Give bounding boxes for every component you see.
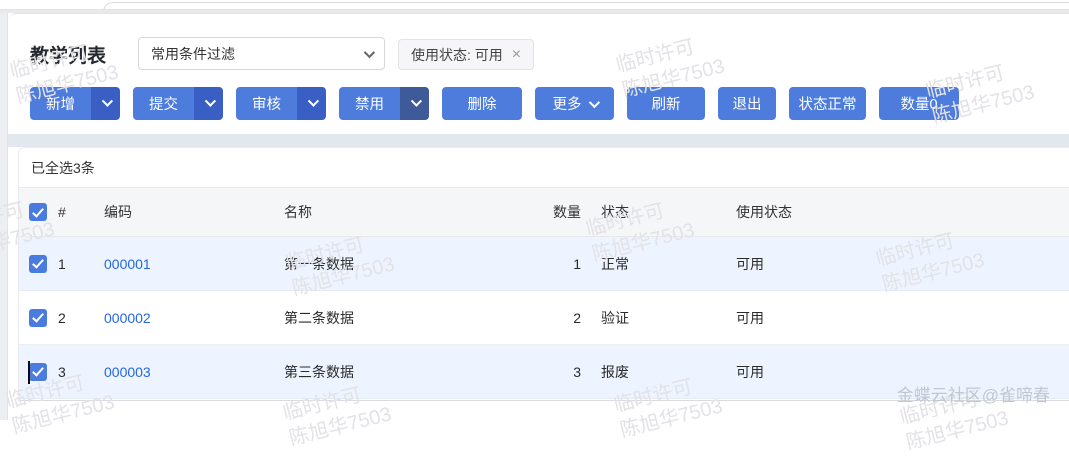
toolbar-split-button[interactable]: 审核 [236, 87, 326, 120]
table-row[interactable]: 2 000002 第二条数据 2 验证 可用 [19, 291, 1069, 345]
list-page-card: 教学列表 常用条件过滤 使用状态: 可用 × 新增提交审核禁用删除更多刷新退出状… [8, 13, 1069, 420]
column-header-qty[interactable]: 数量 [535, 202, 585, 222]
chevron-down-icon[interactable] [194, 87, 223, 120]
chevron-down-icon[interactable] [91, 87, 120, 120]
row-use-status: 可用 [736, 362, 1069, 382]
column-header-code[interactable]: 编码 [97, 202, 277, 222]
data-grid: 已全选3条 # 编码 名称 数量 状态 使用状态 1 000001 第一条数据 … [18, 147, 1069, 401]
toolbar-split-button[interactable]: 提交 [133, 87, 223, 120]
row-status: 验证 [585, 308, 736, 328]
row-qty: 2 [535, 310, 585, 326]
header-checkbox-cell [19, 203, 51, 221]
row-code-link[interactable]: 000001 [104, 256, 151, 272]
table-row[interactable]: 1 000001 第一条数据 1 正常 可用 [19, 237, 1069, 291]
filter-dropdown-value: 常用条件过滤 [151, 44, 235, 64]
row-status: 报废 [585, 362, 736, 382]
table-header-row: # 编码 名称 数量 状态 使用状态 [19, 188, 1069, 237]
row-use-status: 可用 [736, 308, 1069, 328]
column-header-index[interactable]: # [51, 204, 97, 220]
filter-dropdown[interactable]: 常用条件过滤 [138, 37, 385, 70]
row-checkbox-cell [19, 309, 51, 327]
row-checkbox[interactable] [29, 255, 47, 273]
row-qty: 1 [535, 256, 585, 272]
row-qty: 3 [535, 364, 585, 380]
row-code-cell: 000002 [97, 310, 277, 326]
column-header-name[interactable]: 名称 [277, 202, 535, 222]
toolbar-button-label: 删除 [468, 93, 497, 114]
row-code-cell: 000001 [97, 256, 277, 272]
toolbar-button-label[interactable]: 禁用 [339, 87, 400, 120]
row-name: 第二条数据 [277, 308, 535, 328]
toolbar-button-label[interactable]: 提交 [133, 87, 194, 120]
toolbar-button-label[interactable]: 新增 [30, 87, 91, 120]
toolbar-button[interactable]: 刷新 [627, 87, 705, 120]
toolbar-button-label: 退出 [733, 93, 762, 114]
toolbar-button-label: 数量0 [900, 93, 937, 114]
toolbar-button[interactable]: 删除 [442, 87, 522, 120]
row-use-status: 可用 [736, 254, 1069, 274]
row-status: 正常 [585, 254, 736, 274]
toolbar-button[interactable]: 更多 [535, 87, 614, 120]
row-code-cell: 000003 [97, 364, 277, 380]
selection-info-text: 已全选3条 [31, 160, 95, 176]
chevron-down-icon[interactable] [297, 87, 326, 120]
toolbar-button-label[interactable]: 审核 [236, 87, 297, 120]
chevron-down-icon [364, 46, 375, 57]
toolbar-button-label: 状态正常 [799, 93, 857, 114]
table-body: 1 000001 第一条数据 1 正常 可用 2 000002 第二条数据 2 … [19, 237, 1069, 399]
filter-tag[interactable]: 使用状态: 可用 × [398, 39, 534, 70]
row-index: 2 [51, 310, 97, 326]
toolbar-button-label: 更多 [553, 93, 582, 114]
row-checkbox-cell [19, 363, 51, 381]
filter-tag-label: 使用状态: 可用 [411, 45, 503, 65]
left-gutter [0, 13, 8, 420]
community-credit: 金蝶云社区@雀啼春 [897, 381, 1050, 406]
toolbar-button[interactable]: 状态正常 [789, 87, 866, 120]
selection-info-bar: 已全选3条 [19, 148, 1069, 188]
toolbar: 新增 提交 审核 禁用 删除 更多 刷新 退出 状态正常 数量0 [30, 87, 959, 120]
toolbar-button[interactable]: 退出 [718, 87, 776, 120]
row-name: 第三条数据 [277, 362, 535, 382]
row-index: 3 [51, 364, 97, 380]
toolbar-button-label: 刷新 [652, 93, 681, 114]
toolbar-button[interactable]: 数量0 [879, 87, 959, 120]
row-code-link[interactable]: 000003 [104, 364, 151, 380]
column-header-status[interactable]: 状态 [585, 202, 736, 222]
toolbar-split-button[interactable]: 新增 [30, 87, 120, 120]
row-code-link[interactable]: 000002 [104, 310, 151, 326]
row-name: 第一条数据 [277, 254, 535, 274]
column-header-use-status[interactable]: 使用状态 [736, 202, 1069, 222]
text-cursor [28, 361, 30, 384]
chevron-down-icon [588, 96, 599, 107]
row-checkbox-cell [19, 255, 51, 273]
close-icon[interactable]: × [512, 46, 521, 64]
page-title: 教学列表 [30, 41, 106, 68]
toolbar-split-button[interactable]: 禁用 [339, 87, 429, 120]
select-all-checkbox[interactable] [29, 203, 47, 221]
chevron-down-icon[interactable] [400, 87, 429, 120]
row-checkbox[interactable] [29, 363, 47, 381]
row-checkbox[interactable] [29, 309, 47, 327]
row-index: 1 [51, 256, 97, 272]
panel-gap-band [8, 134, 1069, 147]
